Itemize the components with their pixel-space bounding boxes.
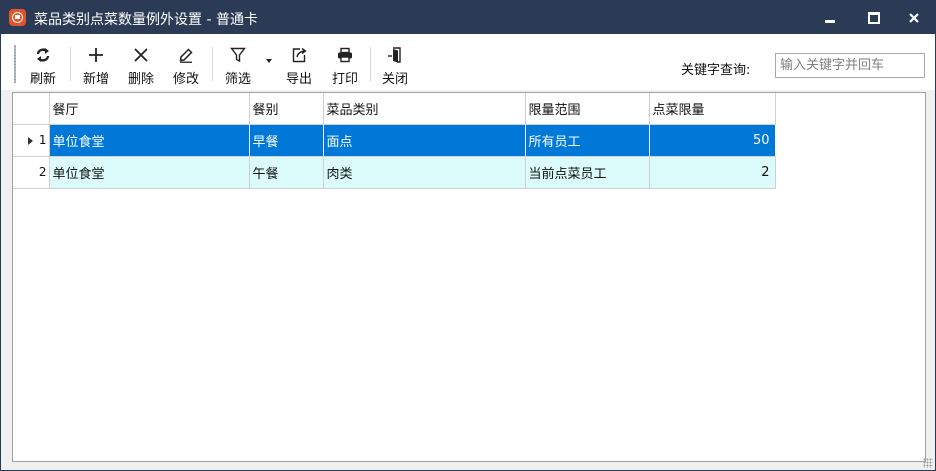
app-logo-icon — [9, 9, 26, 26]
export-label: 导出 — [285, 72, 312, 87]
cell-restaurant[interactable]: 单位食堂 — [49, 156, 250, 189]
data-grid: 餐厅 餐别 菜品类别 限量范围 点菜限量 1 单位食堂 早餐 面点 所有员工 5… — [12, 92, 926, 462]
plus-icon — [76, 47, 116, 65]
table-row[interactable]: 2 单位食堂 午餐 肉类 当前点菜员工 2 — [13, 156, 776, 189]
filter-label: 筛选 — [224, 72, 251, 87]
window-title: 菜品类别点菜数量例外设置 - 普通卡 — [34, 12, 258, 28]
column-header-restaurant[interactable]: 餐厅 — [49, 93, 250, 125]
column-header-meal[interactable]: 餐别 — [249, 93, 324, 125]
exit-door-icon — [375, 47, 415, 65]
row-header-corner[interactable] — [13, 93, 50, 125]
filter-icon — [218, 47, 258, 65]
print-label: 打印 — [331, 72, 358, 87]
toolbar-divider — [370, 47, 371, 81]
close-label: 关闭 — [381, 72, 408, 87]
filter-dropdown-arrow[interactable] — [266, 59, 272, 63]
cell-dish-category[interactable]: 肉类 — [323, 156, 526, 189]
cell-dish-category[interactable]: 面点 — [323, 124, 526, 157]
row-number: 2 — [38, 165, 47, 179]
resize-grip[interactable] — [923, 458, 933, 468]
export-button[interactable]: 导出 — [279, 42, 319, 88]
print-button[interactable]: 打印 — [325, 42, 365, 88]
delete-label: 删除 — [127, 72, 154, 87]
cell-meal[interactable]: 午餐 — [249, 156, 324, 189]
edit-label: 修改 — [172, 72, 199, 87]
table-row[interactable]: 1 单位食堂 早餐 面点 所有员工 50 — [13, 124, 776, 157]
close-window-button[interactable] — [893, 1, 933, 34]
printer-icon — [325, 47, 365, 65]
add-label: 新增 — [82, 72, 109, 87]
add-button[interactable]: 新增 — [76, 42, 116, 88]
pencil-icon — [166, 47, 206, 65]
x-icon — [121, 47, 161, 65]
export-icon — [279, 47, 319, 65]
toolbar-divider — [212, 47, 213, 81]
toolbar: 刷新 新增 删除 修改 筛选 导出 打印 关闭 关键字查询: 输入关键字并回车 — [1, 34, 935, 90]
cell-limit-scope[interactable]: 所有员工 — [525, 124, 650, 157]
toolbar-grip[interactable] — [14, 45, 16, 83]
row-header[interactable]: 1 — [13, 124, 50, 157]
column-header-dish-category[interactable]: 菜品类别 — [323, 93, 526, 125]
edit-button[interactable]: 修改 — [166, 42, 206, 88]
refresh-button[interactable]: 刷新 — [23, 42, 63, 88]
refresh-icon — [23, 47, 63, 65]
minimize-button[interactable] — [813, 1, 853, 34]
toolbar-divider — [70, 47, 71, 81]
current-row-indicator-icon — [27, 136, 33, 145]
cell-limit-scope[interactable]: 当前点菜员工 — [525, 156, 650, 189]
row-number: 1 — [38, 133, 47, 147]
delete-button[interactable]: 删除 — [121, 42, 161, 88]
cell-meal[interactable]: 早餐 — [249, 124, 324, 157]
grid-header-row: 餐厅 餐别 菜品类别 限量范围 点菜限量 — [13, 93, 776, 125]
cell-order-limit[interactable]: 2 — [649, 156, 776, 189]
row-header[interactable]: 2 — [13, 156, 50, 189]
column-header-order-limit[interactable]: 点菜限量 — [649, 93, 776, 125]
column-header-limit-scope[interactable]: 限量范围 — [525, 93, 650, 125]
filter-button[interactable]: 筛选 — [218, 42, 258, 88]
close-button[interactable]: 关闭 — [375, 42, 415, 88]
title-bar[interactable]: 菜品类别点菜数量例外设置 - 普通卡 — [1, 1, 935, 34]
close-icon — [909, 13, 919, 23]
main-window: 菜品类别点菜数量例外设置 - 普通卡 刷新 新增 删除 修改 筛选 导出 打印 … — [0, 0, 936, 471]
refresh-label: 刷新 — [29, 72, 56, 87]
cell-order-limit[interactable]: 50 — [649, 124, 776, 157]
maximize-button[interactable] — [853, 1, 893, 34]
keyword-search-label: 关键字查询: — [681, 63, 751, 78]
cell-restaurant[interactable]: 单位食堂 — [49, 124, 250, 157]
grid-table: 餐厅 餐别 菜品类别 限量范围 点菜限量 1 单位食堂 早餐 面点 所有员工 5… — [13, 93, 776, 189]
keyword-search-input[interactable] — [775, 53, 925, 78]
